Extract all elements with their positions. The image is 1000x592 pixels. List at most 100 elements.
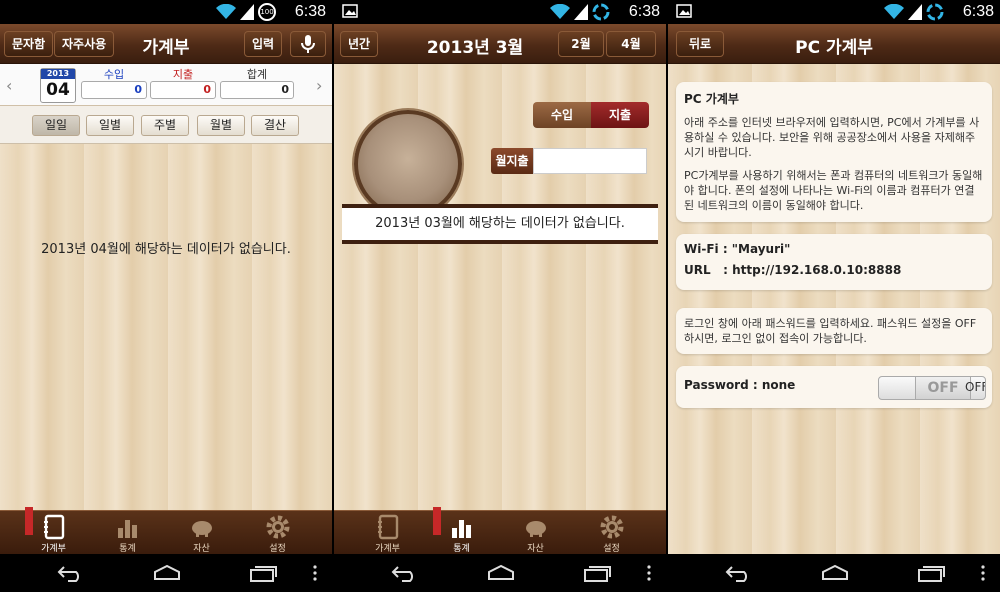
tab-ledger[interactable]: 가계부 (350, 511, 425, 555)
connection-card: Wi-Fi : "Mayuri" URL : http://192.168.0.… (676, 234, 992, 290)
recent-apps-icon[interactable] (916, 563, 946, 583)
tab-settings-label: 설정 (603, 544, 620, 554)
home-icon[interactable] (486, 563, 516, 583)
back-icon[interactable] (56, 563, 86, 583)
period-by-month[interactable]: 월별 (197, 115, 245, 136)
toggle-state-text: OFF (965, 380, 986, 394)
menu-icon[interactable] (646, 563, 652, 583)
toggle-knob: OFF (915, 377, 971, 399)
total-summary: 합계 0 (220, 68, 294, 99)
empty-message: 2013년 04월에 해당하는 데이터가 없습니다. (41, 242, 291, 257)
image-notification-icon (342, 4, 358, 18)
tab-assets[interactable]: 자산 (498, 511, 573, 555)
expense-summary: 지출 0 (150, 68, 216, 99)
signal-icon (908, 4, 922, 20)
title-bar: 문자함 자주사용 가계부 입력 (0, 24, 332, 64)
tab-assets-label: 자산 (193, 544, 210, 554)
next-month-button[interactable]: 4월 (606, 31, 656, 57)
back-icon[interactable] (390, 563, 420, 583)
input-button[interactable]: 입력 (244, 31, 283, 57)
mic-button[interactable] (290, 31, 326, 57)
income-toggle[interactable]: 수입 (533, 102, 591, 128)
prev-arrow-icon[interactable]: ‹ (6, 76, 12, 95)
piggy-bank-icon (191, 521, 212, 537)
status-bar: 6:38 (334, 0, 666, 24)
system-nav-bar (668, 554, 1000, 592)
wood-background: 수입 지출 월지출 2013년 03월에 해당하는 데이터가 없습니다. (334, 64, 666, 510)
expense-toggle[interactable]: 지출 (591, 102, 649, 128)
period-settlement[interactable]: 결산 (251, 115, 299, 136)
screen-ledger: 100 6:38 문자함 자주사용 가계부 입력 ‹ 2013 04 수입 0 … (0, 0, 332, 592)
image-notification-icon (676, 4, 692, 18)
system-nav-bar (0, 554, 332, 592)
wifi-icon (884, 4, 904, 19)
signal-icon (240, 4, 254, 20)
tab-stats-label: 통계 (453, 544, 470, 554)
bar-chart-icon (451, 520, 471, 538)
info-card: PC 가계부 아래 주소를 인터넷 브라우저에 입력하시면, PC에서 가계부를… (676, 82, 992, 222)
wifi-icon (550, 4, 570, 19)
expense-value: 0 (150, 81, 216, 99)
period-by-week[interactable]: 주별 (141, 115, 189, 136)
tab-settings[interactable]: 설정 (574, 511, 649, 555)
recent-apps-icon[interactable] (582, 563, 612, 583)
back-icon[interactable] (724, 563, 754, 583)
expense-label: 지출 (172, 68, 194, 81)
notebook-icon (377, 514, 398, 540)
clock: 6:38 (294, 3, 326, 20)
wifi-icon (216, 4, 236, 19)
gear-icon (600, 515, 623, 539)
recent-apps-icon[interactable] (248, 563, 278, 583)
tab-assets[interactable]: 자산 (164, 511, 239, 555)
tab-stats[interactable]: 통계 (90, 511, 165, 555)
card-paragraph-2: PC가계부를 사용하기 위해서는 폰과 컴퓨터의 네트워크가 동일해야 합니다.… (684, 169, 983, 212)
clock: 6:38 (628, 3, 660, 20)
sync-icon (926, 3, 944, 21)
active-ribbon (433, 507, 441, 535)
signal-icon (574, 4, 588, 20)
date-summary-bar: ‹ 2013 04 수입 0 지출 0 합계 0 › (0, 64, 332, 106)
microphone-icon (301, 35, 315, 53)
income-value: 0 (81, 81, 147, 99)
piggy-bank-icon (525, 521, 546, 537)
status-bar: 6:38 (668, 0, 1000, 24)
tab-ledger-label: 가계부 (41, 544, 66, 554)
tab-stats-label: 통계 (119, 544, 136, 554)
total-label: 합계 (246, 68, 268, 81)
clock: 6:38 (962, 3, 994, 20)
pie-chart-placeholder (354, 110, 462, 218)
calendar-month: 04 (46, 80, 70, 100)
prev-month-button[interactable]: 2월 (558, 31, 604, 57)
home-icon[interactable] (820, 563, 850, 583)
wifi-name: Wi-Fi : "Mayuri" (684, 242, 791, 256)
page-title: 가계부 (142, 38, 190, 58)
wood-background: PC 가계부 아래 주소를 인터넷 브라우저에 입력하시면, PC에서 가계부를… (668, 64, 1000, 554)
period-daily[interactable]: 일일 (32, 115, 80, 136)
tab-assets-label: 자산 (527, 544, 544, 554)
title-bar: 뒤로 PC 가계부 (668, 24, 1000, 64)
period-by-day[interactable]: 일별 (86, 115, 134, 136)
home-icon[interactable] (152, 563, 182, 583)
screen-stats: 6:38 년간 2013년 3월 2월 4월 수입 지출 월지출 2013년 0… (334, 0, 666, 592)
battery-icon: 100 (258, 3, 276, 21)
tab-ledger-label: 가계부 (375, 544, 400, 554)
next-arrow-icon[interactable]: › (316, 76, 322, 95)
password-info-card: 로그인 창에 아래 패스워드를 입력하세요. 패스워드 설정을 OFF 하시면,… (676, 308, 992, 354)
pc-url[interactable]: URL : http://192.168.0.10:8888 (684, 263, 984, 278)
tab-stats[interactable]: 통계 (424, 507, 499, 555)
title-bar: 년간 2013년 3월 2월 4월 (334, 24, 666, 64)
page-title: PC 가계부 (795, 38, 873, 58)
empty-message: 2013년 03월에 해당하는 데이터가 없습니다. (342, 204, 658, 244)
tab-settings-label: 설정 (269, 544, 286, 554)
period-tabs: 일일 일별 주별 월별 결산 (0, 106, 332, 144)
password-toggle[interactable]: OFF OFF (878, 376, 986, 400)
menu-icon[interactable] (312, 563, 318, 583)
tab-ledger[interactable]: 가계부 (16, 507, 91, 555)
bar-chart-icon (117, 520, 137, 538)
password-info-text: 로그인 창에 아래 패스워드를 입력하세요. 패스워드 설정을 OFF 하시면,… (684, 317, 977, 345)
calendar-badge[interactable]: 2013 04 (40, 68, 76, 103)
notebook-icon (43, 514, 64, 540)
system-nav-bar (334, 554, 666, 592)
tab-settings[interactable]: 설정 (240, 511, 315, 555)
menu-icon[interactable] (980, 563, 986, 583)
